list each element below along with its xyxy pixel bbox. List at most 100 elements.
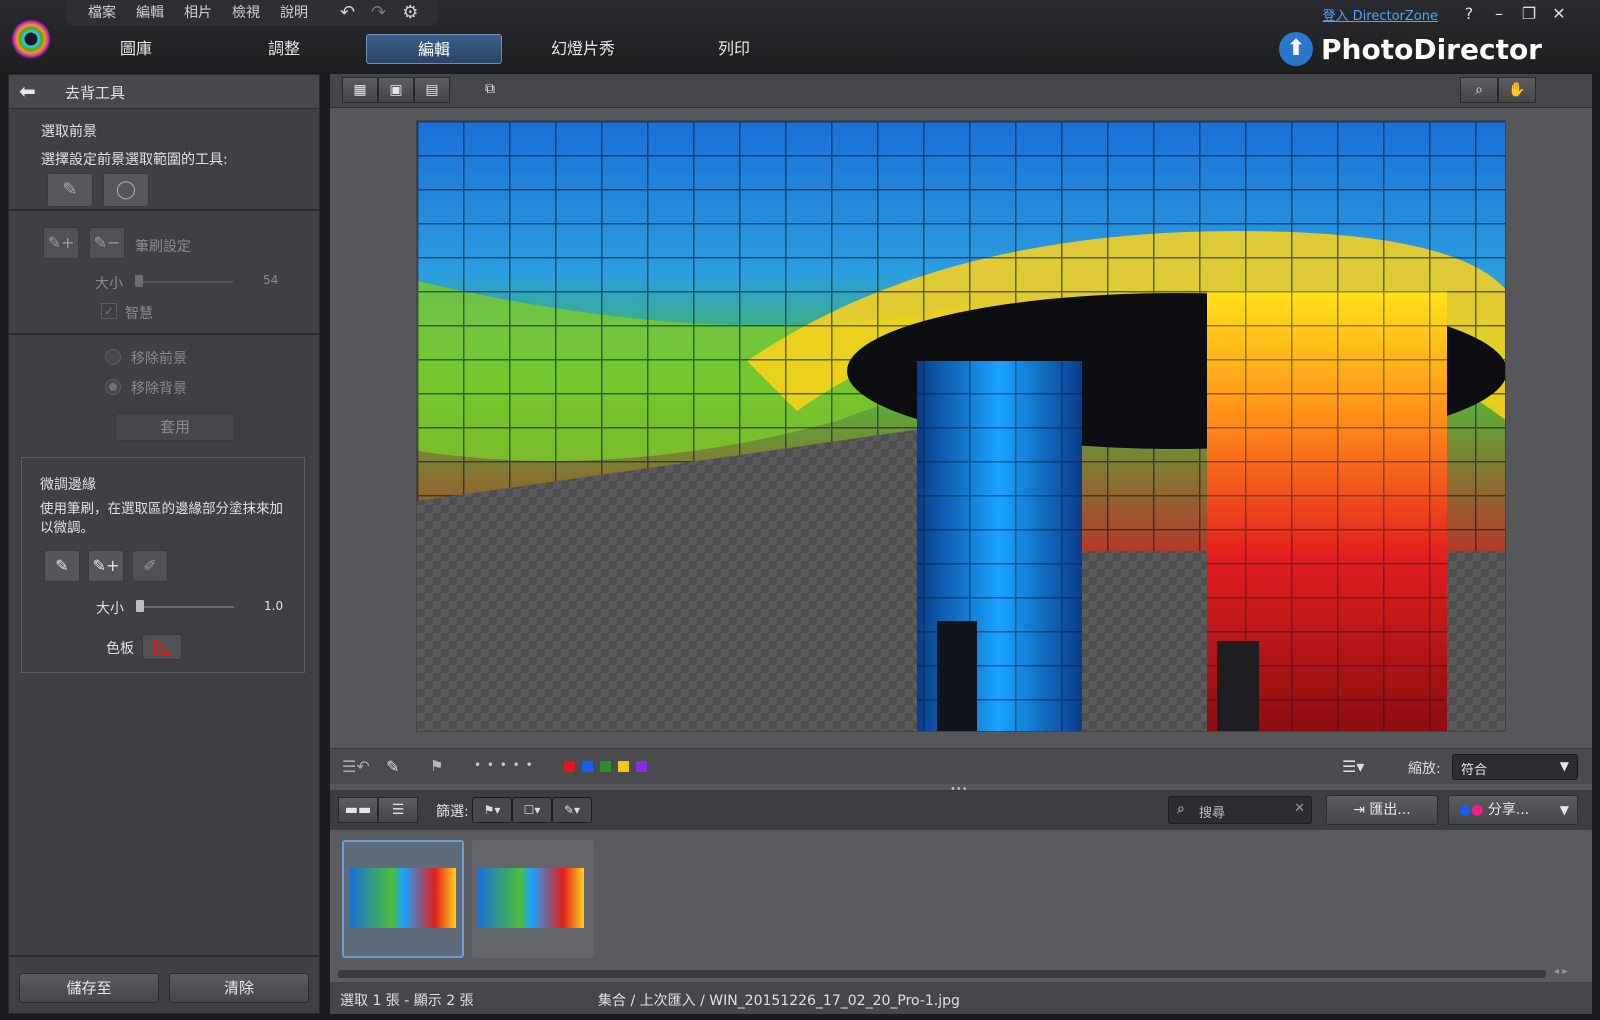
tab-print[interactable]: 列印 (694, 34, 774, 64)
directorzone-login-link[interactable]: 登入 DirectorZone (1323, 5, 1438, 24)
thumbnail-image (478, 868, 584, 928)
photo-canvas[interactable] (416, 120, 1506, 732)
list-view-icon[interactable]: ☰ (378, 797, 418, 823)
refine-eraser-tool[interactable]: ✐ (132, 550, 168, 582)
help-button[interactable]: ? (1456, 4, 1482, 23)
brush-settings-label: 筆刷設定 (135, 239, 191, 255)
share-button[interactable]: ●● 分享... ▼ (1448, 795, 1578, 825)
remove-fg-radio[interactable] (105, 349, 121, 365)
zoom-dropdown[interactable]: 符合 ▼ (1452, 754, 1578, 780)
menu-photo[interactable]: 相片 (174, 0, 222, 26)
search-input[interactable]: ⌕ 搜尋 ✕ (1168, 796, 1312, 824)
divider (9, 209, 319, 211)
refine-desc: 使用筆刷，在選取區的邊緣部分塗抹來加以微調。 (40, 501, 283, 536)
rating-dots[interactable]: • • • • • (474, 758, 534, 772)
refine-brush-add-tool[interactable]: ✎+ (88, 550, 124, 582)
tab-library[interactable]: 圖庫 (96, 34, 176, 64)
brush-add-icon: ✎+ (92, 556, 120, 575)
brush-subtract-icon: ✎− (93, 233, 121, 252)
clear-button[interactable]: 清除 (169, 973, 309, 1003)
size-label: 大小 (95, 276, 123, 292)
refine-size-label: 大小 (96, 601, 124, 617)
edit-filter-dropdown[interactable]: ✎▾ (552, 797, 592, 823)
lasso-select-tool[interactable]: ◯ (103, 173, 149, 207)
label-filter-dropdown[interactable]: ☐▾ (512, 797, 552, 823)
save-to-button[interactable]: 儲存至 (19, 973, 159, 1003)
color-label-blue[interactable] (582, 761, 593, 772)
second-display-icon[interactable]: ⧉ (472, 77, 508, 103)
view-single-icon[interactable]: ▣ (378, 77, 414, 103)
hand-tool-icon[interactable]: ✋ (1498, 77, 1536, 103)
brush-icon: ✎ (62, 179, 78, 200)
refine-size-slider-handle[interactable] (136, 600, 144, 612)
view-toolbar: ▦ ▣ ▤ ⧉ ⌕ ✋ (330, 74, 1592, 108)
menu-file[interactable]: 檔案 (78, 0, 126, 26)
undo-icon[interactable]: ↶ (332, 0, 363, 26)
share-dot-pink-icon: ● (1471, 802, 1484, 818)
close-icon[interactable]: ✕ (1546, 4, 1572, 23)
thumbnail-image (350, 868, 456, 928)
gear-icon[interactable]: ⚙ (394, 0, 426, 26)
export-button[interactable]: ⇥ 匯出... (1326, 795, 1438, 825)
refine-size-slider-track[interactable] (138, 606, 234, 608)
smart-checkbox[interactable]: ✓ (101, 303, 117, 319)
brand: ⬆ PhotoDirector (1279, 32, 1542, 66)
edit-pencil-icon[interactable]: ✎ (386, 757, 399, 776)
color-label-green[interactable] (600, 761, 611, 772)
menu-edit[interactable]: 編輯 (126, 0, 174, 26)
redo-icon[interactable]: ↷ (363, 0, 394, 26)
panel-title: 去背工具 (65, 84, 126, 102)
view-compare-icon[interactable]: ▦ (342, 77, 378, 103)
tab-adjust[interactable]: 調整 (244, 34, 324, 64)
clear-search-icon[interactable]: ✕ (1294, 801, 1305, 816)
minimize-icon[interactable]: – (1486, 4, 1512, 23)
filmstrip-view-icon[interactable]: ▬▬ (338, 797, 378, 823)
filmstrip: ◂ ▸ (330, 830, 1592, 982)
size-value: 54 (263, 273, 279, 287)
tab-slideshow[interactable]: 幻燈片秀 (538, 34, 628, 64)
search-icon: ⌕ (1177, 801, 1185, 817)
refine-brush-tool[interactable]: ✎ (44, 550, 80, 582)
size-slider-track[interactable] (137, 281, 233, 283)
thumbnail[interactable] (472, 840, 594, 958)
zoom-tool-icon[interactable]: ⌕ (1460, 77, 1498, 103)
app-logo-icon[interactable] (10, 18, 52, 60)
view-grid-icon[interactable]: ▤ (414, 77, 450, 103)
restore-icon[interactable]: ❐ (1516, 4, 1542, 23)
search-placeholder: 搜尋 (1199, 806, 1226, 821)
horizontal-scrollbar[interactable] (338, 970, 1546, 978)
thumbnail-selected[interactable] (342, 840, 464, 958)
share-label: 分享... (1487, 802, 1530, 818)
brush-add-tool[interactable]: ✎+ (43, 227, 79, 259)
remove-bg-radio[interactable] (105, 379, 121, 395)
color-label-yellow[interactable] (618, 761, 629, 772)
flag-filter-dropdown[interactable]: ⚑▾ (472, 797, 512, 823)
brush-subtract-tool[interactable]: ✎− (89, 227, 125, 259)
size-slider-handle[interactable] (135, 275, 143, 287)
menu-help[interactable]: 說明 (270, 0, 318, 26)
scroll-arrows-icon[interactable]: ◂ ▸ (1554, 966, 1567, 977)
zoom-label: 縮放: (1408, 761, 1441, 777)
file-path: 集合 / 上次匯入 / WIN_20151226_17_02_20_Pro-1.… (598, 993, 960, 1009)
color-label-purple[interactable] (636, 761, 647, 772)
color-label-red[interactable] (564, 761, 575, 772)
rotate-list-icon[interactable]: ☰↶ (342, 757, 370, 776)
cutout-tool-panel: ⬅ 去背工具 選取前景 選擇設定前景選取範圍的工具: ✎ ◯ ✎+ ✎− 筆刷設… (8, 74, 320, 1014)
lasso-icon: ◯ (115, 179, 137, 200)
tab-edit[interactable]: 編輯 (366, 34, 502, 64)
menu-view[interactable]: 檢視 (222, 0, 270, 26)
back-arrow-icon[interactable]: ⬅ (19, 79, 36, 103)
edit-toolbar: ☰↶ ✎ ⚑ • • • • • ☰▾ 縮放: 符合 ▼ (330, 748, 1592, 784)
share-dot-blue-icon: ● (1459, 802, 1472, 818)
apply-button[interactable]: 套用 (115, 413, 235, 441)
flag-icon[interactable]: ⚑ (430, 757, 443, 775)
brush-icon: ✎ (55, 556, 69, 575)
palette-button[interactable] (142, 634, 182, 660)
menu-bar: 檔案 編輯 相片 檢視 說明 ↶ ↷ ⚙ (66, 0, 439, 26)
sort-menu-icon[interactable]: ☰▾ (1342, 757, 1364, 776)
photo-image (417, 121, 1505, 731)
chevron-down-icon[interactable]: ▼ (1560, 796, 1569, 824)
brush-select-tool[interactable]: ✎ (47, 173, 93, 207)
browser-toolbar: ▬▬ ☰ 篩選: ⚑▾ ☐▾ ✎▾ ⌕ 搜尋 ✕ ⇥ 匯出... ●● 分享..… (330, 790, 1592, 830)
select-fg-heading: 選取前景 (41, 124, 97, 140)
